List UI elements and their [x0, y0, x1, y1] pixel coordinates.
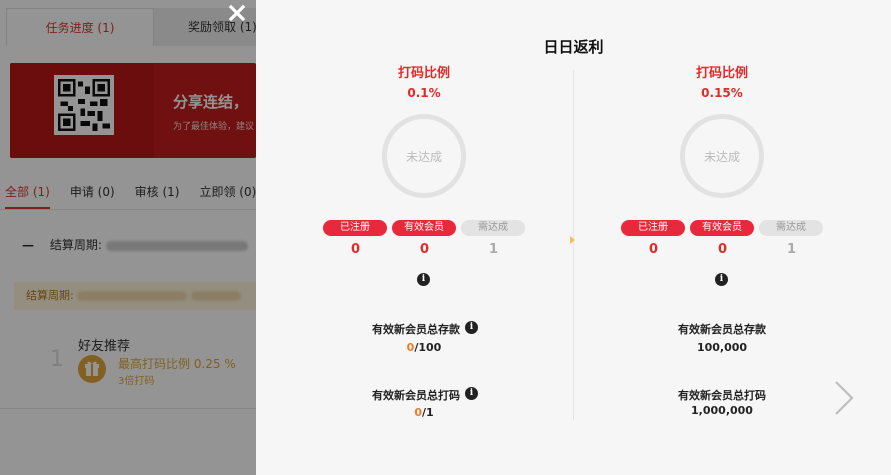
- pill-registered: 已注册: [621, 220, 685, 236]
- status-ring: 未达成: [382, 114, 466, 198]
- tier-card-1: 打码比例 0.1% 未达成 已注册 有效会员 需达成 0 0 1 i 有效新会员…: [274, 0, 574, 475]
- pill-valid-member: 有效会员: [690, 220, 754, 236]
- pill-registered: 已注册: [323, 220, 387, 236]
- deposit-label: 有效新会员总存款: [372, 323, 460, 336]
- count-registered: 0: [648, 242, 659, 257]
- bet-value: 1,000,000: [691, 404, 753, 417]
- rate-value: 0.15%: [701, 86, 743, 100]
- modal-overlay[interactable]: [0, 0, 256, 475]
- deposit-progress: 0/100: [406, 341, 442, 354]
- count-valid-member: 0: [419, 242, 430, 257]
- bet-progress: 0/1: [414, 406, 434, 419]
- info-icon[interactable]: i: [417, 273, 430, 286]
- rate-label: 打码比例: [695, 66, 748, 81]
- tier-card-2: 打码比例 0.15% 未达成 已注册 有效会员 需达成 0 0 1 i 有效新会…: [572, 0, 872, 475]
- count-required: 1: [786, 242, 797, 257]
- close-icon[interactable]: [228, 4, 246, 22]
- member-pills: 已注册 有效会员 需达成: [621, 220, 828, 236]
- pill-valid-member: 有效会员: [392, 220, 456, 236]
- deposit-info-icon[interactable]: i: [465, 321, 478, 334]
- bet-label: 有效新会员总打码: [372, 389, 460, 402]
- chevron-right-icon[interactable]: [830, 378, 858, 418]
- pill-required: 需达成: [759, 220, 823, 236]
- deposit-value: 100,000: [696, 341, 748, 354]
- count-registered: 0: [350, 242, 361, 257]
- rate-label: 打码比例: [397, 66, 450, 81]
- count-required: 1: [488, 242, 499, 257]
- rate-value: 0.1%: [407, 86, 441, 100]
- info-icon[interactable]: i: [715, 273, 728, 286]
- status-ring: 未达成: [680, 114, 764, 198]
- member-counts: 0 0 1: [619, 242, 826, 257]
- count-valid-member: 0: [717, 242, 728, 257]
- bet-label: 有效新会员总打码: [678, 389, 766, 402]
- bet-info-icon[interactable]: i: [465, 387, 478, 400]
- deposit-label: 有效新会员总存款: [678, 323, 766, 336]
- member-pills: 已注册 有效会员 需达成: [323, 220, 530, 236]
- member-counts: 0 0 1: [321, 242, 528, 257]
- pill-required: 需达成: [461, 220, 525, 236]
- rebate-modal: 日日返利 打码比例 0.1% 未达成 已注册 有效会员 需达成 0 0 1 i …: [256, 0, 891, 475]
